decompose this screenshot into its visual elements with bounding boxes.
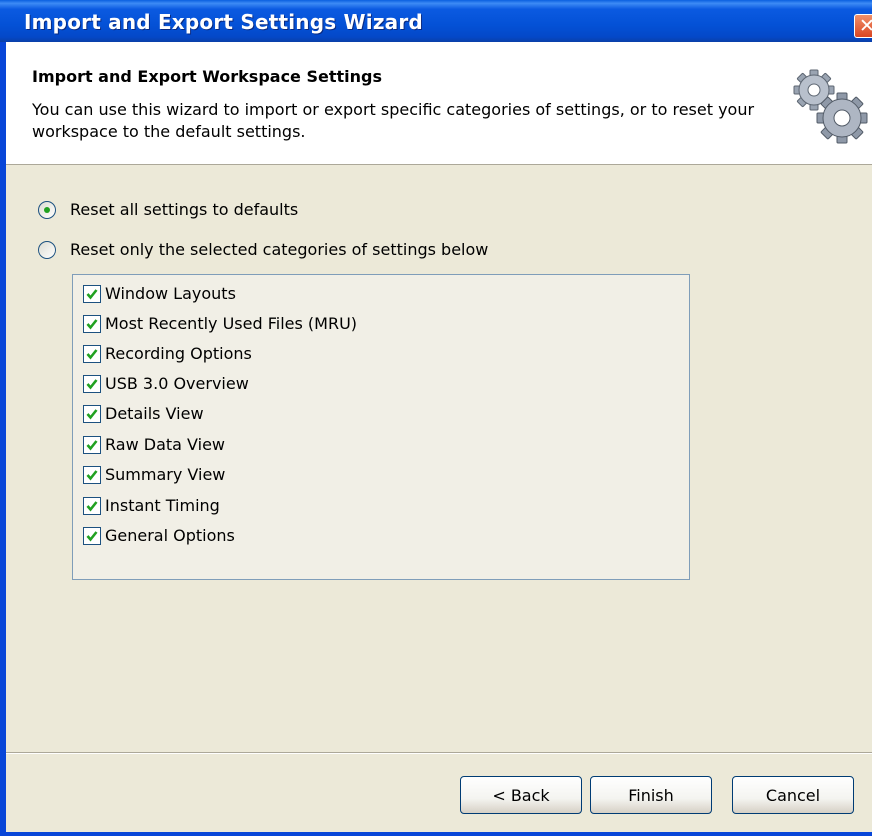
close-button[interactable]: ✕ — [854, 14, 872, 38]
checkbox[interactable] — [83, 314, 101, 333]
category-item-instant-timing[interactable]: Instant Timing — [83, 496, 220, 515]
title-bar[interactable]: Import and Export Settings Wizard ✕ — [0, 0, 872, 42]
header-description: You can use this wizard to import or exp… — [32, 100, 755, 141]
header-title: Import and Export Workspace Settings — [32, 67, 382, 86]
radio-button-reset-all[interactable] — [38, 200, 56, 219]
category-label: USB 3.0 Overview — [105, 374, 249, 393]
category-item-recording-options[interactable]: Recording Options — [83, 344, 252, 363]
category-label: Most Recently Used Files (MRU) — [105, 314, 358, 333]
checkbox[interactable] — [83, 344, 101, 363]
category-item-details-view[interactable]: Details View — [83, 404, 204, 423]
checkmark-icon — [86, 318, 98, 330]
option-label: Reset only the selected categories of se… — [70, 240, 489, 259]
radio-button-reset-selected[interactable] — [38, 240, 56, 259]
option-reset-selected[interactable]: Reset only the selected categories of se… — [38, 240, 488, 259]
category-label: Summary View — [105, 465, 226, 484]
checkmark-icon — [86, 469, 98, 481]
category-label: Raw Data View — [105, 435, 225, 454]
category-item-general-options[interactable]: General Options — [83, 526, 235, 545]
checkmark-icon — [86, 348, 98, 360]
back-button[interactable]: < Back — [460, 776, 582, 814]
categories-list[interactable]: Window Layouts Most Recently Used Files … — [72, 274, 690, 580]
wizard-header: Import and Export Workspace Settings You… — [6, 42, 872, 165]
window-title: Import and Export Settings Wizard — [24, 10, 423, 34]
category-label: Instant Timing — [105, 496, 220, 515]
checkmark-icon — [86, 500, 98, 512]
category-item-usb-overview[interactable]: USB 3.0 Overview — [83, 374, 249, 393]
checkbox[interactable] — [83, 526, 101, 545]
gears-icon — [793, 69, 868, 144]
category-item-mru[interactable]: Most Recently Used Files (MRU) — [83, 314, 357, 333]
checkbox[interactable] — [83, 404, 101, 423]
checkmark-icon — [86, 530, 98, 542]
footer-separator — [6, 752, 872, 754]
category-label: Details View — [105, 404, 204, 423]
checkmark-icon — [86, 288, 98, 300]
checkbox[interactable] — [83, 374, 101, 393]
option-reset-all[interactable]: Reset all settings to defaults — [38, 200, 298, 219]
cancel-button[interactable]: Cancel — [732, 776, 854, 814]
close-icon: ✕ — [859, 15, 872, 37]
category-item-raw-data-view[interactable]: Raw Data View — [83, 435, 225, 454]
category-label: General Options — [105, 526, 235, 545]
checkmark-icon — [86, 408, 98, 420]
checkbox[interactable] — [83, 465, 101, 484]
category-label: Window Layouts — [105, 284, 236, 303]
checkbox[interactable] — [83, 435, 101, 454]
category-item-window-layouts[interactable]: Window Layouts — [83, 284, 236, 303]
category-label: Recording Options — [105, 344, 252, 363]
finish-button[interactable]: Finish — [590, 776, 712, 814]
option-label: Reset all settings to defaults — [70, 200, 299, 219]
checkbox[interactable] — [83, 284, 101, 303]
checkbox[interactable] — [83, 496, 101, 515]
category-item-summary-view[interactable]: Summary View — [83, 465, 225, 484]
wizard-window: Import and Export Settings Wizard ✕ Impo… — [0, 0, 872, 836]
checkmark-icon — [86, 378, 98, 390]
checkmark-icon — [86, 439, 98, 451]
